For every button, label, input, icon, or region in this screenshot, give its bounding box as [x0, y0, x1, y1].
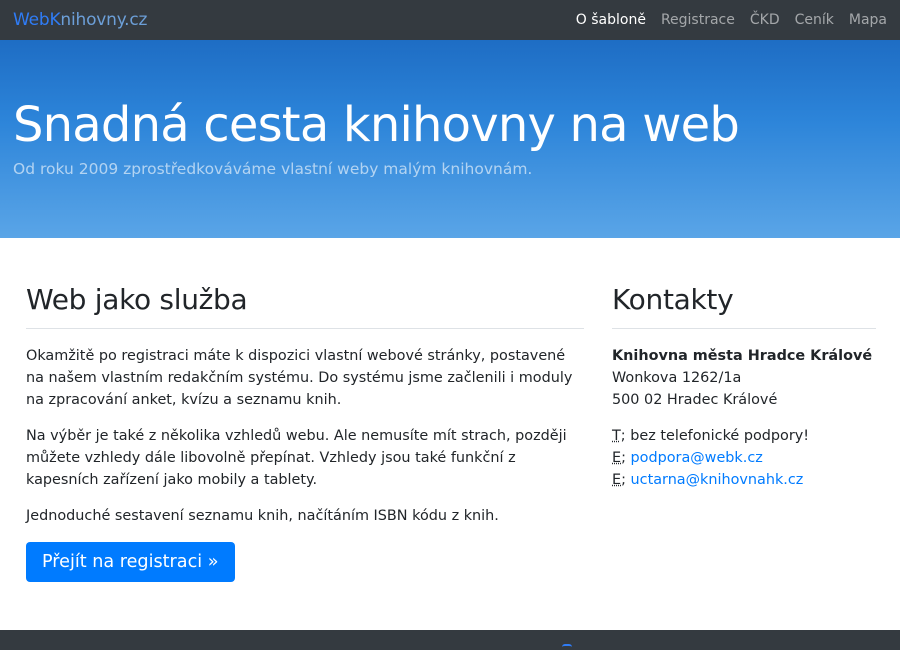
service-heading: Web jako služba [26, 238, 584, 329]
content-area: Web jako služba Okamžitě po registraci m… [0, 238, 900, 582]
brand-part-web: Web [13, 10, 50, 30]
hero-banner: Snadná cesta knihovny na web Od roku 200… [0, 40, 900, 238]
brand-part-k: K [49, 10, 61, 30]
phone-line: T; bez telefonické podpory! [612, 425, 876, 447]
brand-logo-link[interactable]: WebKnihovny.cz [13, 10, 147, 30]
footer-arc-icon [562, 644, 572, 647]
nav-item-cenik[interactable]: Ceník [780, 0, 834, 40]
page-footer [0, 630, 900, 650]
billing-email-link[interactable]: uctarna@knihovnahk.cz [631, 472, 804, 488]
service-paragraph-1: Okamžitě po registraci máte k dispozici … [26, 348, 573, 408]
nav-item-registrace[interactable]: Registrace [646, 0, 735, 40]
register-button[interactable]: Přejít na registraci » [26, 542, 235, 582]
phone-text: ; bez telefonické podpory! [620, 428, 810, 444]
service-column: Web jako služba Okamžitě po registraci m… [26, 238, 584, 582]
email-abbr: E [612, 472, 622, 488]
email-line-billing: E; uctarna@knihovnahk.cz [612, 472, 804, 488]
contacts-column: Kontakty Knihovna města Hradce Králové W… [612, 238, 876, 582]
address-city: 500 02 Hradec Králové [612, 392, 778, 408]
contacts-heading: Kontakty [612, 238, 876, 329]
address-street: Wonkova 1262/1a [612, 370, 742, 386]
email-line-support: E; podpora@webk.cz [612, 450, 763, 466]
org-name: Knihovna města Hradce Králové [612, 348, 873, 364]
nav-item-mapa[interactable]: Mapa [834, 0, 887, 40]
main-nav: O šabloně Registrace ČKD Ceník Mapa [561, 0, 887, 40]
service-paragraph-3: Jednoduché sestavení seznamu knih, načít… [26, 508, 499, 524]
nav-item-o-sablone[interactable]: O šabloně [561, 0, 646, 40]
contact-block: T; bez telefonické podpory! E; podpora@w… [612, 425, 876, 491]
service-paragraph-2: Na výběr je také z několika vzhledů webu… [26, 428, 567, 488]
email-abbr: E [612, 450, 622, 466]
hero-title: Snadná cesta knihovny na web [13, 97, 740, 153]
support-email-link[interactable]: podpora@webk.cz [631, 450, 763, 466]
phone-abbr: T [612, 428, 621, 444]
nav-item-ckd[interactable]: ČKD [735, 0, 780, 40]
address-block: Knihovna města Hradce Králové Wonkova 12… [612, 345, 876, 411]
brand-part-nihovny: nihovny [60, 10, 125, 30]
hero-subtitle: Od roku 2009 zprostředkováváme vlastní w… [13, 160, 533, 178]
top-navbar: WebKnihovny.cz O šabloně Registrace ČKD … [0, 0, 900, 40]
brand-part-tld: .cz [124, 10, 148, 30]
